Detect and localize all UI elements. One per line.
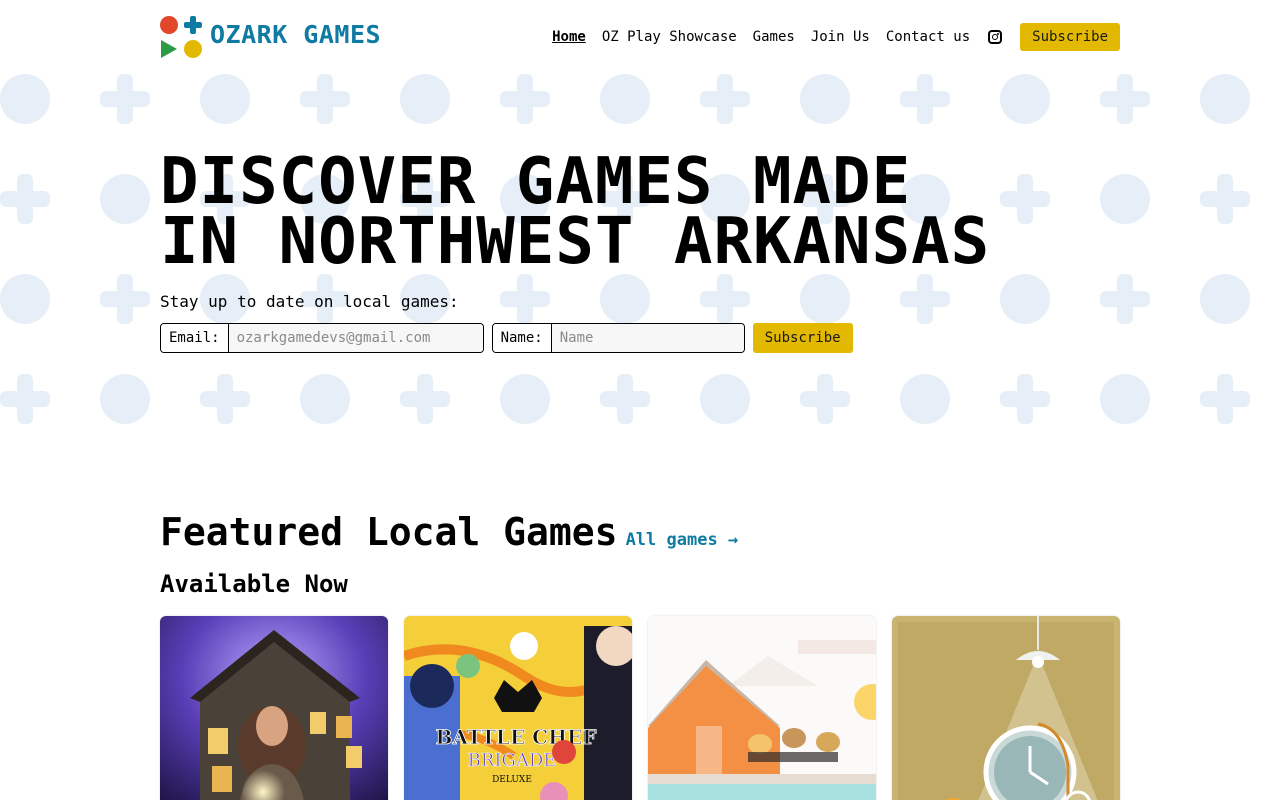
clock-bicycle-art bbox=[892, 616, 1120, 800]
pattern-circle-shape bbox=[400, 74, 450, 124]
pattern-circle-shape bbox=[1200, 74, 1250, 124]
nav-home[interactable]: Home bbox=[552, 29, 586, 45]
game-card-orange-house[interactable] bbox=[648, 616, 876, 800]
pattern-circle-shape bbox=[700, 374, 750, 424]
email-input[interactable] bbox=[228, 324, 483, 352]
pattern-circle-shape bbox=[300, 374, 350, 424]
pattern-circle-shape bbox=[1200, 274, 1250, 324]
game-card-haunted-house[interactable] bbox=[160, 616, 388, 800]
pattern-circle-shape bbox=[200, 74, 250, 124]
pattern-circle-shape bbox=[1100, 174, 1150, 224]
battle-chef-brigade-art: BATTLE CHEF BRIGADE DELUXE bbox=[404, 616, 632, 800]
pattern-plus-shape bbox=[800, 374, 850, 424]
site-logo[interactable]: OZARK GAMES bbox=[160, 16, 381, 58]
pattern-plus-shape bbox=[1000, 374, 1050, 424]
pattern-plus-shape bbox=[1100, 74, 1150, 124]
name-label: Name: bbox=[492, 324, 552, 352]
main-nav: Home OZ Play Showcase Games Join Us Cont… bbox=[536, 23, 1120, 51]
pattern-circle-shape bbox=[0, 274, 50, 324]
game-card-list: BATTLE CHEF BRIGADE DELUXE bbox=[160, 616, 1136, 800]
hero-title: DISCOVER GAMES MADE IN NORTHWEST ARKANSA… bbox=[160, 150, 1060, 274]
pattern-circle-shape bbox=[1100, 374, 1150, 424]
pattern-plus-shape bbox=[700, 74, 750, 124]
hero-section: DISCOVER GAMES MADE IN NORTHWEST ARKANSA… bbox=[160, 150, 1060, 353]
pattern-circle-shape bbox=[600, 74, 650, 124]
site-header: OZARK GAMES Home OZ Play Showcase Games … bbox=[160, 16, 1120, 58]
pattern-circle-shape bbox=[0, 74, 50, 124]
logo-text: OZARK GAMES bbox=[210, 20, 382, 49]
pattern-plus-shape bbox=[1100, 274, 1150, 324]
nav-contact-us[interactable]: Contact us bbox=[886, 29, 970, 45]
pattern-circle-shape bbox=[100, 174, 150, 224]
nav-join-us[interactable]: Join Us bbox=[811, 29, 870, 45]
featured-title: Featured Local Games bbox=[160, 510, 618, 554]
pattern-plus-shape bbox=[1200, 174, 1250, 224]
pattern-plus-shape bbox=[200, 374, 250, 424]
pattern-circle-shape bbox=[800, 74, 850, 124]
haunted-house-art bbox=[160, 616, 388, 800]
pattern-plus-shape bbox=[0, 374, 50, 424]
header-subscribe-button[interactable]: Subscribe bbox=[1020, 23, 1120, 51]
hero-subtitle: Stay up to date on local games: bbox=[160, 292, 459, 311]
pattern-plus-shape bbox=[100, 74, 150, 124]
pattern-plus-shape bbox=[900, 74, 950, 124]
all-games-link[interactable]: All games → bbox=[626, 530, 739, 550]
email-label: Email: bbox=[161, 324, 229, 352]
featured-section: Featured Local Games All games → Availab… bbox=[160, 510, 1120, 800]
pattern-plus-shape bbox=[1200, 374, 1250, 424]
bcb-logo-line2: BRIGADE bbox=[468, 750, 557, 771]
pattern-plus-shape bbox=[500, 74, 550, 124]
pattern-circle-shape bbox=[100, 374, 150, 424]
pattern-circle-shape bbox=[900, 374, 950, 424]
instagram-icon[interactable] bbox=[988, 30, 1003, 44]
game-card-clock-bicycle[interactable] bbox=[892, 616, 1120, 800]
hero-title-line2: IN NORTHWEST ARKANSAS bbox=[160, 205, 991, 279]
available-now-heading: Available Now bbox=[160, 570, 348, 598]
nav-games[interactable]: Games bbox=[753, 29, 795, 45]
logo-mark-icon bbox=[160, 16, 202, 58]
orange-house-art bbox=[648, 616, 876, 800]
subscribe-form: Email: Name: Subscribe bbox=[160, 323, 1060, 353]
game-card-battle-chef-brigade[interactable]: BATTLE CHEF BRIGADE DELUXE bbox=[404, 616, 632, 800]
email-field-group: Email: bbox=[160, 323, 484, 353]
pattern-plus-shape bbox=[600, 374, 650, 424]
pattern-plus-shape bbox=[100, 274, 150, 324]
pattern-plus-shape bbox=[300, 74, 350, 124]
pattern-circle-shape bbox=[500, 374, 550, 424]
pattern-circle-shape bbox=[1000, 74, 1050, 124]
name-field-group: Name: bbox=[491, 323, 745, 353]
name-input[interactable] bbox=[551, 324, 744, 352]
hero-subscribe-button[interactable]: Subscribe bbox=[752, 323, 853, 353]
pattern-plus-shape bbox=[400, 374, 450, 424]
pattern-plus-shape bbox=[0, 174, 50, 224]
nav-oz-play-showcase[interactable]: OZ Play Showcase bbox=[602, 29, 737, 45]
bcb-logo-line3: DELUXE bbox=[492, 775, 532, 785]
